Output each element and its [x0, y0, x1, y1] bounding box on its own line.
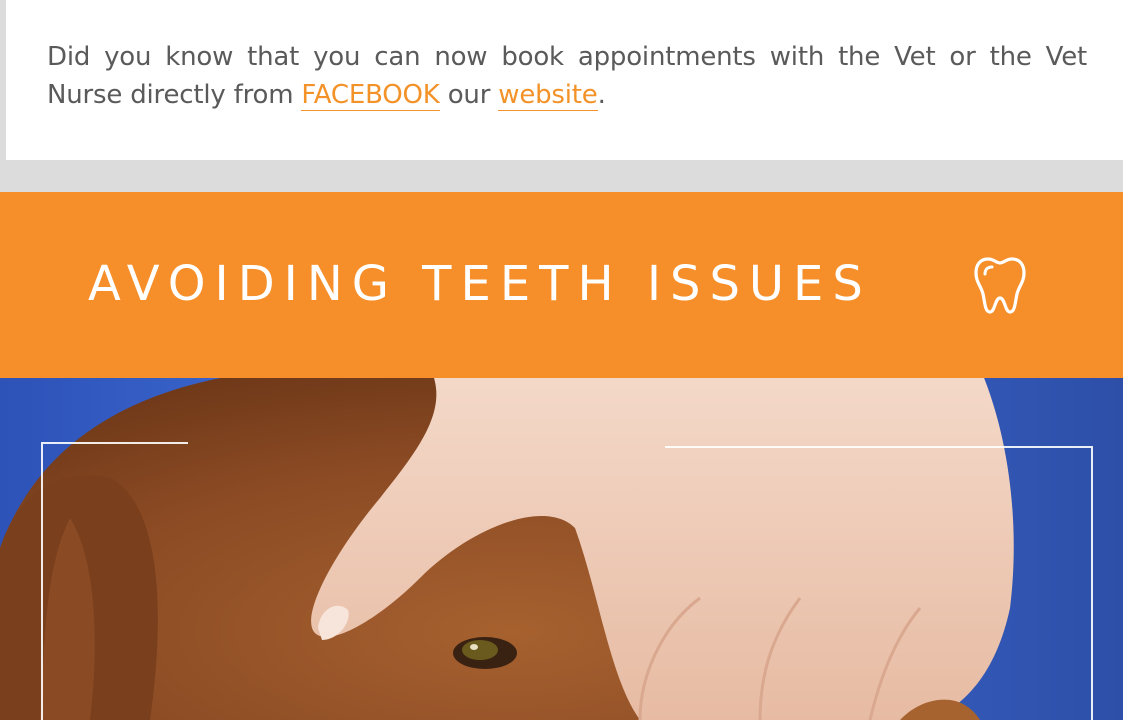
section-title: AVOIDING TEETH ISSUES — [88, 256, 872, 312]
booking-notice-text: Did you know that you can now book appoi… — [47, 38, 1087, 114]
notice-text-middle: our — [439, 80, 499, 110]
website-link[interactable]: website — [498, 80, 598, 111]
section-gap — [0, 160, 1123, 192]
dog-photo-illustration — [0, 378, 1093, 720]
section-banner: AVOIDING TEETH ISSUES — [0, 192, 1123, 378]
notice-text-after: . — [597, 80, 606, 110]
facebook-link[interactable]: FACEBOOK — [301, 80, 440, 111]
booking-notice: Did you know that you can now book appoi… — [6, 0, 1123, 160]
dog-dental-photo — [0, 378, 1123, 720]
tooth-icon — [974, 257, 1026, 314]
